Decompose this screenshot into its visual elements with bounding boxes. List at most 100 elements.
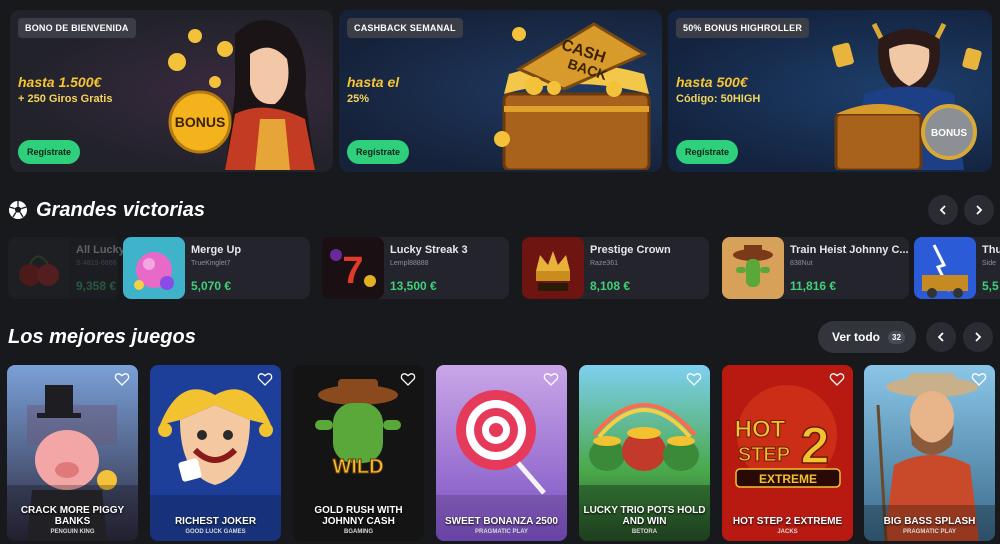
game-card[interactable]: SWEET BONANZA 2500 PRAGMATIC PLAY <box>436 365 567 541</box>
win-amount: 11,816 € <box>790 279 837 293</box>
win-user: S·4819·6666 <box>76 260 117 267</box>
promo-badge: CASHBACK SEMANAL <box>347 18 463 38</box>
promo-badge: BONO DE BIENVENIDA <box>18 18 136 38</box>
game-artwork <box>150 365 281 541</box>
win-amount: 5,5 <box>982 279 999 293</box>
game-artwork <box>864 365 995 541</box>
promo-weekly-cashback[interactable]: CASH BACK CASHBACK SEMANAL hasta el 25% … <box>339 10 662 172</box>
win-item[interactable]: 7 Lucky Streak 3 Lempl88888 13,500 € <box>322 237 509 299</box>
chevron-left-icon <box>937 332 944 342</box>
promo-welcome-art: BONUS <box>168 20 315 170</box>
promo-highroller-art: BONUS <box>832 22 982 170</box>
win-user: 838Nut <box>790 260 813 267</box>
game-art-hot-text: HOT <box>735 416 786 443</box>
heart-icon[interactable] <box>543 371 559 387</box>
svg-text:7: 7 <box>342 250 363 292</box>
game-provider: PRAGMATIC PLAY <box>474 529 528 535</box>
game-title: CRACK MORE PIGGY BANKS <box>20 505 125 527</box>
win-amount: 8,108 € <box>590 279 631 293</box>
promo-banners: BONUS BONO DE BIENVENIDA hasta 1.500€ + … <box>10 10 992 172</box>
win-game-thumb <box>123 237 185 299</box>
win-user: Raze361 <box>590 260 619 267</box>
view-all-label: Ver todo <box>832 330 881 344</box>
register-button[interactable]: Regístrate <box>676 140 739 164</box>
game-title: GOLD RUSH WITH JOHNNY CASH <box>314 505 403 527</box>
win-item[interactable]: Merge Up TrueKinglet7 5,070 € <box>123 237 310 299</box>
win-item[interactable]: All Lucky S·4819·6666 9,358 € <box>8 237 125 299</box>
register-button[interactable]: Regístrate <box>18 140 81 164</box>
game-artwork: HOT STEP 2 EXTREME <box>722 365 853 541</box>
game-title: BIG BASS SPLASH <box>883 516 976 527</box>
promo-badge: 50% BONUS HIGHROLLER <box>676 18 810 38</box>
promo-amount: hasta 500€ <box>676 74 748 90</box>
game-title: LUCKY TRIO POTS HOLD AND WIN <box>583 505 706 527</box>
game-art-extreme-text: EXTREME <box>759 472 817 486</box>
top-games-title: Los mejores juegos <box>8 326 196 348</box>
game-artwork <box>436 365 567 541</box>
win-game-thumb: 7 <box>322 237 384 299</box>
soccer-ball-icon <box>9 201 27 219</box>
promo-subtext: 25% <box>347 93 370 105</box>
game-card[interactable]: HOT STEP 2 EXTREME HOT STEP 2 EXTREME JA… <box>722 365 853 541</box>
promo-art-bonus-text: BONUS <box>175 114 226 130</box>
top-games-list: CRACK MORE PIGGY BANKS PENGUIN KING RICH… <box>0 365 1000 544</box>
promo-amount: hasta el <box>347 74 400 90</box>
promo-amount: hasta 1.500€ <box>18 74 102 90</box>
promo-highroller-bonus[interactable]: BONUS 50% BONUS HIGHROLLER hasta 500€ Có… <box>668 10 992 172</box>
win-game-name: Lucky Streak 3 <box>390 244 468 256</box>
win-game-name: Prestige Crown <box>590 244 671 256</box>
win-game-name: All Lucky <box>76 244 125 256</box>
heart-icon[interactable] <box>686 371 702 387</box>
game-provider: GOOD LUCK GAMES <box>185 529 246 535</box>
game-card[interactable]: WILD GOLD RUSH WITH JOHNNY CASH BGAMING <box>293 365 424 541</box>
big-wins-prev-button[interactable] <box>928 195 958 225</box>
games-count-badge: 32 <box>888 330 905 344</box>
heart-icon[interactable] <box>971 371 987 387</box>
register-button[interactable]: Regístrate <box>347 140 410 164</box>
win-amount: 5,070 € <box>191 279 232 293</box>
heart-icon[interactable] <box>114 371 130 387</box>
win-item[interactable]: Thu Side 5,5 <box>914 237 1000 299</box>
promo-art-bonus-text: BONUS <box>931 128 967 139</box>
win-user: Side <box>982 260 997 267</box>
win-user: TrueKinglet7 <box>191 260 231 267</box>
big-wins-list: All Lucky S·4819·6666 9,358 € Merge Up T… <box>0 237 1000 299</box>
game-card[interactable]: RICHEST JOKER GOOD LUCK GAMES <box>150 365 281 541</box>
game-title: SWEET BONANZA 2500 <box>445 516 558 527</box>
win-game-name: Merge Up <box>191 244 242 256</box>
game-card[interactable]: BIG BASS SPLASH PRAGMATIC PLAY <box>864 365 995 541</box>
promo-subtext: + 250 Giros Gratis <box>18 93 113 105</box>
win-amount: 9,358 € <box>76 279 117 293</box>
game-card[interactable]: LUCKY TRIO POTS HOLD AND WIN BETORA <box>579 365 710 541</box>
game-title: HOT STEP 2 EXTREME <box>732 516 843 527</box>
game-provider: BGAMING <box>344 529 373 535</box>
win-game-thumb <box>522 237 584 299</box>
heart-icon[interactable] <box>257 371 273 387</box>
chevron-right-icon <box>976 205 983 215</box>
game-provider: BETORA <box>631 529 658 535</box>
win-game-name: Train Heist Johnny C... <box>790 244 909 256</box>
win-game-thumb <box>914 237 976 299</box>
win-game-thumb <box>722 237 784 299</box>
heart-icon[interactable] <box>400 371 416 387</box>
chevron-left-icon <box>939 205 946 215</box>
game-title: RICHEST JOKER <box>174 516 257 527</box>
game-card[interactable]: CRACK MORE PIGGY BANKS PENGUIN KING <box>7 365 138 541</box>
game-art-step-text: STEP <box>738 444 790 466</box>
win-item[interactable]: Train Heist Johnny C... 838Nut 11,816 € <box>722 237 909 299</box>
game-art-number-text: 2 <box>801 417 830 475</box>
game-provider: JACKS <box>777 529 798 535</box>
view-all-button[interactable]: Ver todo 32 <box>818 321 916 353</box>
big-wins-next-button[interactable] <box>964 195 994 225</box>
win-user: Lempl88888 <box>390 260 429 267</box>
win-game-thumb <box>8 237 70 299</box>
heart-icon[interactable] <box>829 371 845 387</box>
game-provider: PRAGMATIC PLAY <box>902 529 956 535</box>
big-wins-title: Grandes victorias <box>36 199 205 221</box>
promo-welcome-bonus[interactable]: BONUS BONO DE BIENVENIDA hasta 1.500€ + … <box>10 10 333 172</box>
promo-subtext: Código: 50HIGH <box>676 93 761 105</box>
top-games-prev-button[interactable] <box>926 322 956 352</box>
top-games-next-button[interactable] <box>963 322 993 352</box>
win-item[interactable]: Prestige Crown Raze361 8,108 € <box>522 237 709 299</box>
game-provider: PENGUIN KING <box>50 529 95 535</box>
